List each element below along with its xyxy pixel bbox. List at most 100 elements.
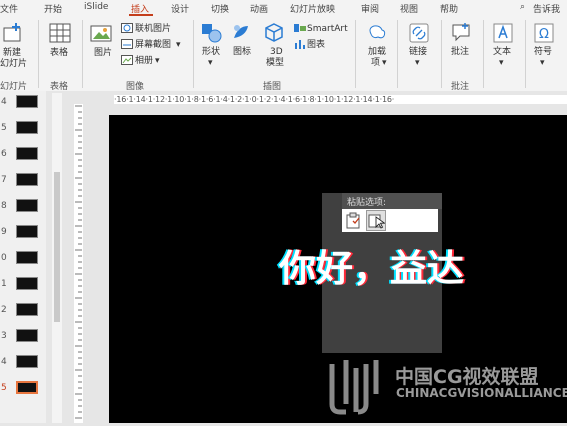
paste-keep-format-icon[interactable] — [346, 212, 362, 229]
slide-thumbnail[interactable] — [16, 199, 38, 212]
slide-thumbnail[interactable] — [16, 277, 38, 290]
smartart-label: SmartArt — [307, 24, 348, 34]
shapes-icon — [202, 24, 222, 43]
chevron-down-icon[interactable]: ▾ — [176, 40, 181, 50]
chevron-down-icon[interactable]: ▾ — [208, 58, 213, 68]
group-separator — [82, 20, 83, 88]
table-label: 表格 — [50, 48, 69, 58]
thumbnail-number: 2 — [1, 305, 7, 315]
vertical-ruler — [74, 104, 83, 423]
new-slide-icon — [3, 23, 21, 42]
menu-file[interactable]: 文件 — [0, 2, 18, 15]
menu-slideshow[interactable]: 幻灯片放映 — [290, 2, 335, 15]
svg-text:Ω: Ω — [539, 27, 549, 42]
active-tab-indicator — [129, 14, 153, 16]
menu-bar: 文件 开始 iSlide 插入 设计 切换 动画 幻灯片放映 审阅 视图 帮助 … — [0, 0, 567, 17]
scrollbar-thumb[interactable] — [54, 172, 60, 322]
menu-view[interactable]: 视图 — [400, 2, 418, 15]
slide-thumbnail[interactable] — [16, 251, 38, 264]
slide-thumbnail[interactable] — [16, 95, 38, 108]
watermark-text-cn: 中国CG视效联盟 — [395, 366, 539, 388]
3d-model-label-2: 模型 — [266, 58, 285, 68]
menu-animations[interactable]: 动画 — [250, 2, 268, 15]
group-separator — [38, 20, 39, 88]
thumbnail-number: 5 — [1, 123, 7, 133]
thumbnail-number: 5 — [1, 383, 7, 393]
group-separator — [525, 20, 526, 88]
link-icon — [409, 23, 429, 43]
group-separator — [397, 20, 398, 88]
album-icon — [121, 55, 133, 65]
thumbnail-number: 9 — [1, 227, 7, 237]
chart-label: 图表 — [307, 40, 326, 50]
thumbnail-number: 7 — [1, 175, 7, 185]
slide-thumbnail-pane[interactable]: 4 5 6 7 8 9 0 1 2 3 4 5 — [0, 91, 46, 423]
screenshot-label: 屏幕截图 — [135, 40, 172, 50]
slide-thumbnail[interactable] — [16, 329, 38, 342]
menu-transitions[interactable]: 切换 — [211, 2, 229, 15]
addins-icon — [369, 25, 386, 39]
paste-options-bar — [342, 209, 438, 232]
slide-thumbnail[interactable] — [16, 225, 38, 238]
cube-icon — [265, 23, 283, 42]
thumbnail-number: 3 — [1, 331, 7, 341]
comment-icon — [452, 23, 470, 42]
chart-icon — [295, 40, 305, 49]
icons-label: 图标 — [233, 47, 252, 57]
tell-me-input[interactable]: 告诉我 — [533, 2, 560, 15]
menu-help[interactable]: 帮助 — [440, 2, 458, 15]
addins-label-1: 加载 — [368, 47, 387, 57]
slide-thumbnail[interactable] — [16, 173, 38, 186]
menu-review[interactable]: 审阅 — [361, 2, 379, 15]
text-label: 文本 — [493, 47, 512, 57]
thumbnail-number: 8 — [1, 201, 7, 211]
group-separator — [355, 20, 356, 88]
chevron-down-icon[interactable]: ▾ — [382, 58, 387, 68]
menu-home[interactable]: 开始 — [44, 2, 62, 15]
text-icon — [493, 23, 513, 43]
menu-design[interactable]: 设计 — [171, 2, 189, 15]
group-separator — [441, 20, 442, 88]
slide-thumbnail[interactable] — [16, 303, 38, 316]
omega-icon: Ω — [534, 23, 554, 43]
shapes-label: 形状 — [202, 47, 221, 57]
chevron-down-icon[interactable]: ▾ — [155, 56, 160, 66]
slide-thumbnail[interactable] — [16, 381, 38, 394]
new-slide-label-1: 新建 — [3, 48, 22, 58]
new-slide-label-2: 幻灯片 — [0, 59, 28, 69]
thumbnail-number: 6 — [1, 149, 7, 159]
paste-picture-option[interactable] — [366, 210, 386, 231]
addins-label-2: 项 — [371, 58, 381, 68]
picture-label: 图片 — [94, 48, 113, 58]
link-label: 链接 — [409, 47, 428, 57]
paste-options-title: 粘贴选项: — [347, 198, 387, 208]
paste-picture-icon — [368, 214, 386, 229]
search-icon[interactable]: ⌕ — [520, 2, 525, 12]
watermark-logo — [329, 360, 379, 415]
horizontal-ruler: ·16·1·14·1·12·1·10·1·8·1·6·1·4·1·2·1·0·1… — [114, 95, 567, 104]
picture-icon — [90, 25, 112, 42]
smartart-icon — [294, 24, 306, 32]
menu-islide[interactable]: iSlide — [84, 2, 108, 12]
group-separator — [483, 20, 484, 88]
online-picture-icon — [121, 23, 133, 33]
group-separator — [193, 20, 194, 88]
chevron-down-icon[interactable]: ▾ — [415, 58, 420, 68]
symbol-label: 符号 — [534, 47, 553, 57]
icons-icon — [234, 25, 248, 38]
slide-thumbnail[interactable] — [16, 147, 38, 160]
chevron-down-icon[interactable]: ▾ — [499, 58, 504, 68]
slide-title-text[interactable]: 你好，益达 — [279, 238, 464, 292]
online-picture-label: 联机图片 — [135, 24, 172, 34]
watermark-text-en: CHINACGVISIONALLIANCE — [396, 386, 567, 400]
thumbnail-number: 0 — [1, 253, 7, 263]
thumbnail-number: 4 — [1, 97, 7, 107]
comment-label: 批注 — [451, 47, 470, 57]
slide-thumbnail[interactable] — [16, 121, 38, 134]
3d-model-label-1: 3D — [270, 47, 283, 57]
chevron-down-icon[interactable]: ▾ — [540, 58, 545, 68]
thumbnail-number: 4 — [1, 357, 7, 367]
screenshot-icon — [121, 39, 133, 49]
thumbnail-number: 1 — [1, 279, 7, 289]
slide-thumbnail[interactable] — [16, 355, 38, 368]
